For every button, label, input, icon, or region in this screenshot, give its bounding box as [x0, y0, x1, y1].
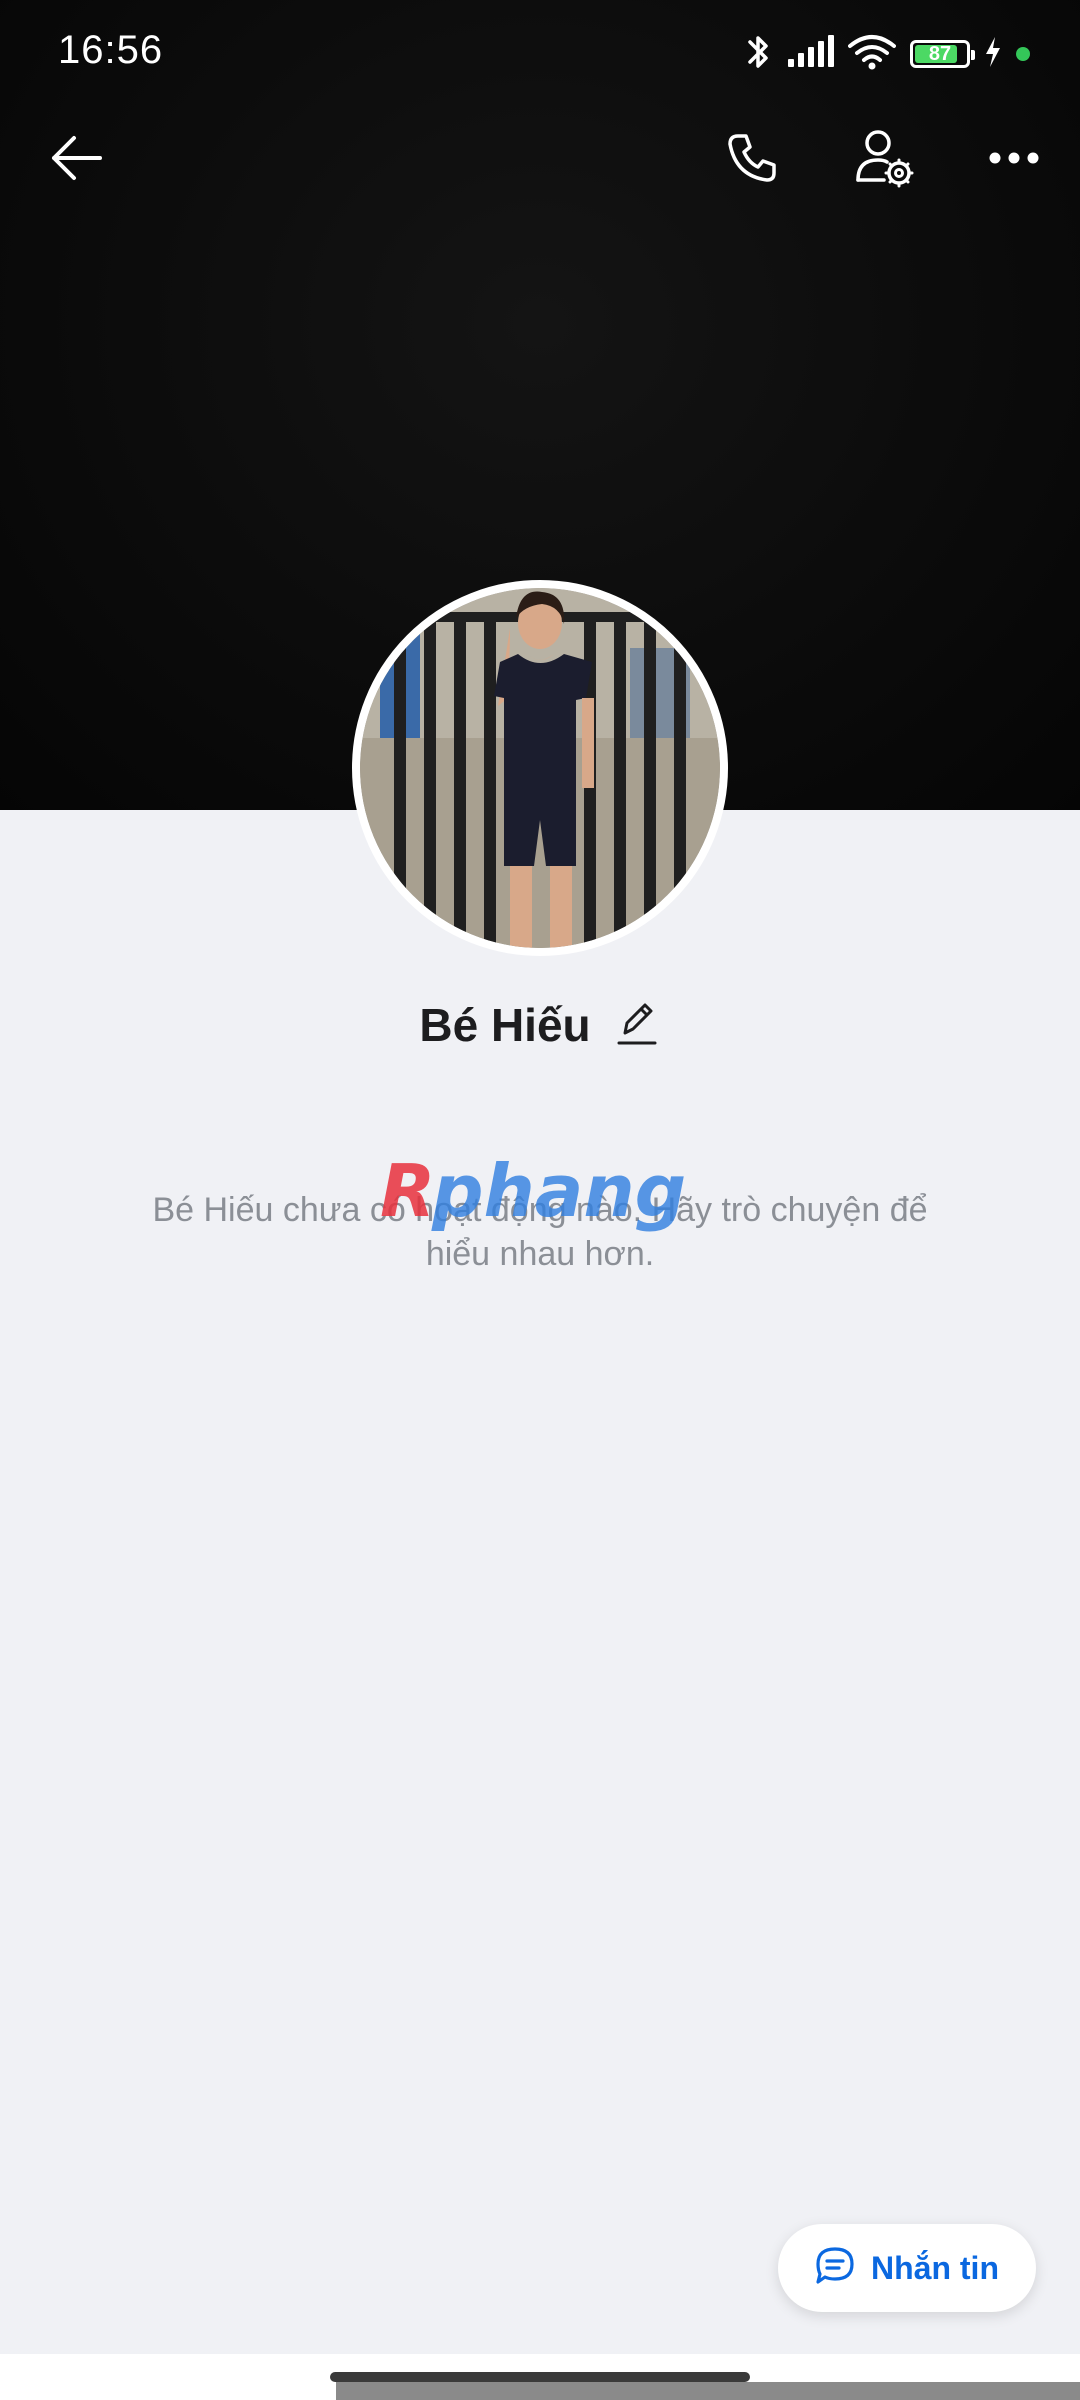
- pencil-icon: [617, 999, 657, 1052]
- status-icons: 87: [744, 30, 1030, 78]
- signal-icon: [786, 34, 834, 74]
- call-button[interactable]: [710, 118, 794, 202]
- charging-icon: [984, 36, 1002, 73]
- chat-bubble-icon: [815, 2246, 855, 2291]
- battery-level: 87: [928, 42, 952, 65]
- status-time: 16:56: [58, 28, 164, 72]
- user-settings-icon: [854, 128, 914, 193]
- profile-name: Bé Hiếu: [419, 999, 591, 1051]
- svg-text:R: R: [380, 1149, 435, 1233]
- back-button[interactable]: [34, 118, 118, 202]
- home-indicator[interactable]: [330, 2372, 750, 2382]
- avatar-photo: [360, 588, 720, 948]
- edit-name-button[interactable]: [613, 997, 661, 1053]
- more-options-button[interactable]: [972, 118, 1056, 202]
- more-options-icon: [988, 150, 1040, 171]
- watermark-logo: R phang: [380, 1148, 710, 1238]
- bottom-overlay-bar: [336, 2382, 1080, 2400]
- svg-text:phang: phang: [431, 1149, 686, 1233]
- status-bar: 16:56 87: [0, 0, 1080, 110]
- profile-settings-button[interactable]: [842, 118, 926, 202]
- phone-call-icon: [724, 130, 780, 191]
- profile-avatar[interactable]: [352, 580, 728, 956]
- profile-name-row: Bé Hiếu: [0, 990, 1080, 1060]
- battery-icon: 87: [910, 40, 975, 68]
- send-message-label: Nhắn tin: [871, 2249, 999, 2286]
- privacy-dot: [1016, 47, 1030, 61]
- send-message-button[interactable]: Nhắn tin: [778, 2224, 1036, 2312]
- wifi-icon: [848, 34, 896, 75]
- back-arrow-icon: [48, 133, 104, 188]
- bluetooth-icon: [744, 32, 772, 77]
